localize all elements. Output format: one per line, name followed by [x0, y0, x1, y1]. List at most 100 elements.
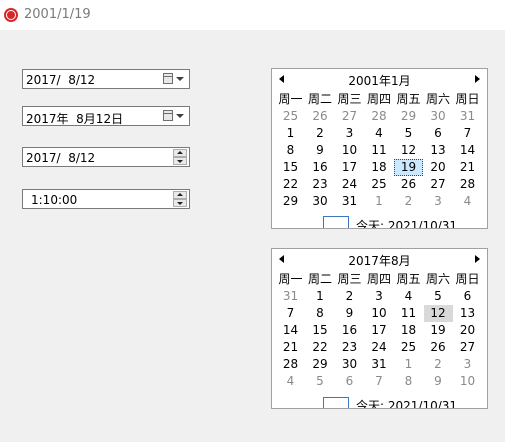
calendar-day[interactable]: 1	[276, 125, 305, 142]
calendar-day[interactable]: 21	[453, 159, 482, 176]
calendar-day[interactable]: 6	[335, 373, 364, 390]
calendar-day[interactable]: 30	[306, 193, 335, 210]
calendar-day[interactable]: 5	[306, 373, 335, 390]
calendar-day[interactable]: 25	[365, 176, 394, 193]
calendar-day[interactable]: 3	[424, 193, 453, 210]
calendar-day[interactable]: 24	[365, 339, 394, 356]
calendar-day[interactable]: 29	[276, 193, 305, 210]
calendar-day[interactable]: 3	[365, 288, 394, 305]
calendar-day[interactable]: 19	[424, 322, 453, 339]
calendar-day[interactable]: 16	[335, 322, 364, 339]
calendar-day[interactable]: 28	[276, 356, 305, 373]
calendar-day[interactable]: 9	[306, 142, 335, 159]
calendar-day[interactable]: 9	[335, 305, 364, 322]
calendar-day[interactable]: 30	[335, 356, 364, 373]
calendar-day[interactable]: 20	[424, 159, 453, 176]
calendar-day[interactable]: 22	[306, 339, 335, 356]
spin-down-button[interactable]	[173, 199, 187, 207]
calendar-day[interactable]: 28	[453, 176, 482, 193]
calendar-day[interactable]: 29	[394, 108, 423, 125]
date-picker-short[interactable]: 2017/ 8/12	[22, 69, 190, 89]
month-calendar-1[interactable]: 2001年1月 周一 周二 周三 周四 周五 周六 周日 25 26 27 28 29 30 31 1 2 3 4…	[271, 68, 488, 229]
calendar-day[interactable]: 17	[335, 159, 364, 176]
calendar-day[interactable]: 27	[335, 108, 364, 125]
calendar-day[interactable]: 1	[394, 356, 423, 373]
date-picker-short-dropdown-button[interactable]	[161, 71, 187, 87]
calendar-day[interactable]: 5	[394, 125, 423, 142]
calendar-day[interactable]: 14	[276, 322, 305, 339]
next-month-icon[interactable]	[475, 75, 480, 83]
calendar-day[interactable]: 12	[394, 142, 423, 159]
today-link[interactable]: 今天: 2021/10/31	[356, 397, 457, 408]
calendar-day[interactable]: 8	[276, 142, 305, 159]
calendar-day[interactable]: 8	[306, 305, 335, 322]
calendar-day[interactable]: 15	[306, 322, 335, 339]
calendar-day[interactable]: 25	[394, 339, 423, 356]
calendar-day[interactable]: 8	[394, 373, 423, 390]
calendar-day[interactable]: 4	[453, 193, 482, 210]
calendar-day[interactable]: 2	[394, 193, 423, 210]
calendar-day[interactable]: 27	[424, 176, 453, 193]
calendar-day[interactable]: 12	[423, 305, 453, 322]
calendar-day[interactable]: 24	[335, 176, 364, 193]
time-spinner[interactable]	[173, 191, 187, 207]
calendar-day[interactable]: 28	[365, 108, 394, 125]
calendar-day[interactable]: 31	[365, 356, 394, 373]
calendar-day[interactable]: 30	[424, 108, 453, 125]
calendar-day[interactable]: 17	[365, 322, 394, 339]
calendar-day[interactable]: 25	[276, 108, 305, 125]
calendar-day[interactable]: 31	[276, 288, 305, 305]
calendar-day[interactable]: 6	[424, 125, 453, 142]
calendar-day[interactable]: 1	[365, 193, 394, 210]
calendar-day[interactable]: 31	[335, 193, 364, 210]
spin-up-button[interactable]	[173, 191, 187, 199]
time-picker[interactable]: 1:10:00	[22, 189, 190, 209]
calendar-day[interactable]: 15	[276, 159, 305, 176]
month-calendar-2[interactable]: 2017年8月 周一 周二 周三 周四 周五 周六 周日 31 1 2 3 4 5 6 7 8 9 10 11 12 1…	[271, 248, 488, 409]
calendar-day[interactable]: 13	[453, 305, 482, 322]
date-picker-spin[interactable]: 2017/ 8/12	[22, 147, 190, 167]
calendar-day[interactable]: 11	[365, 142, 394, 159]
calendar-day[interactable]: 26	[394, 176, 423, 193]
calendar-month-title[interactable]: 2017年8月	[272, 252, 487, 269]
calendar-day[interactable]: 10	[453, 373, 482, 390]
calendar-day[interactable]: 29	[306, 356, 335, 373]
calendar-day[interactable]: 4	[394, 288, 423, 305]
spin-up-button[interactable]	[173, 149, 187, 157]
calendar-day[interactable]: 4	[276, 373, 305, 390]
calendar-day[interactable]: 7	[276, 305, 305, 322]
calendar-month-title[interactable]: 2001年1月	[272, 72, 487, 89]
next-month-icon[interactable]	[475, 255, 480, 263]
calendar-day[interactable]: 10	[365, 305, 394, 322]
calendar-day[interactable]: 13	[424, 142, 453, 159]
calendar-day[interactable]: 7	[365, 373, 394, 390]
calendar-day[interactable]: 2	[335, 288, 364, 305]
calendar-day[interactable]: 23	[306, 176, 335, 193]
calendar-day[interactable]: 7	[453, 125, 482, 142]
date-spinner[interactable]	[173, 149, 187, 165]
calendar-day[interactable]: 6	[453, 288, 482, 305]
spin-down-button[interactable]	[173, 157, 187, 165]
today-link[interactable]: 今天: 2021/10/31	[356, 217, 457, 228]
calendar-day[interactable]: 9	[424, 373, 453, 390]
calendar-day[interactable]: 5	[424, 288, 453, 305]
calendar-day[interactable]: 26	[306, 108, 335, 125]
calendar-day[interactable]: 18	[394, 322, 423, 339]
calendar-day[interactable]: 16	[306, 159, 335, 176]
calendar-day[interactable]: 3	[335, 125, 364, 142]
calendar-day[interactable]: 27	[453, 339, 482, 356]
calendar-day[interactable]: 10	[335, 142, 364, 159]
date-picker-long-dropdown-button[interactable]	[161, 108, 187, 124]
calendar-day[interactable]: 20	[453, 322, 482, 339]
calendar-day[interactable]: 19	[394, 159, 423, 176]
calendar-day[interactable]: 18	[365, 159, 394, 176]
calendar-day[interactable]: 26	[424, 339, 453, 356]
calendar-day[interactable]: 4	[365, 125, 394, 142]
date-picker-long[interactable]: 2017年 8月12日	[22, 106, 190, 126]
calendar-day[interactable]: 1	[306, 288, 335, 305]
calendar-day[interactable]: 14	[453, 142, 482, 159]
calendar-day[interactable]: 2	[424, 356, 453, 373]
calendar-day[interactable]: 21	[276, 339, 305, 356]
calendar-day[interactable]: 22	[276, 176, 305, 193]
calendar-day[interactable]: 3	[453, 356, 482, 373]
